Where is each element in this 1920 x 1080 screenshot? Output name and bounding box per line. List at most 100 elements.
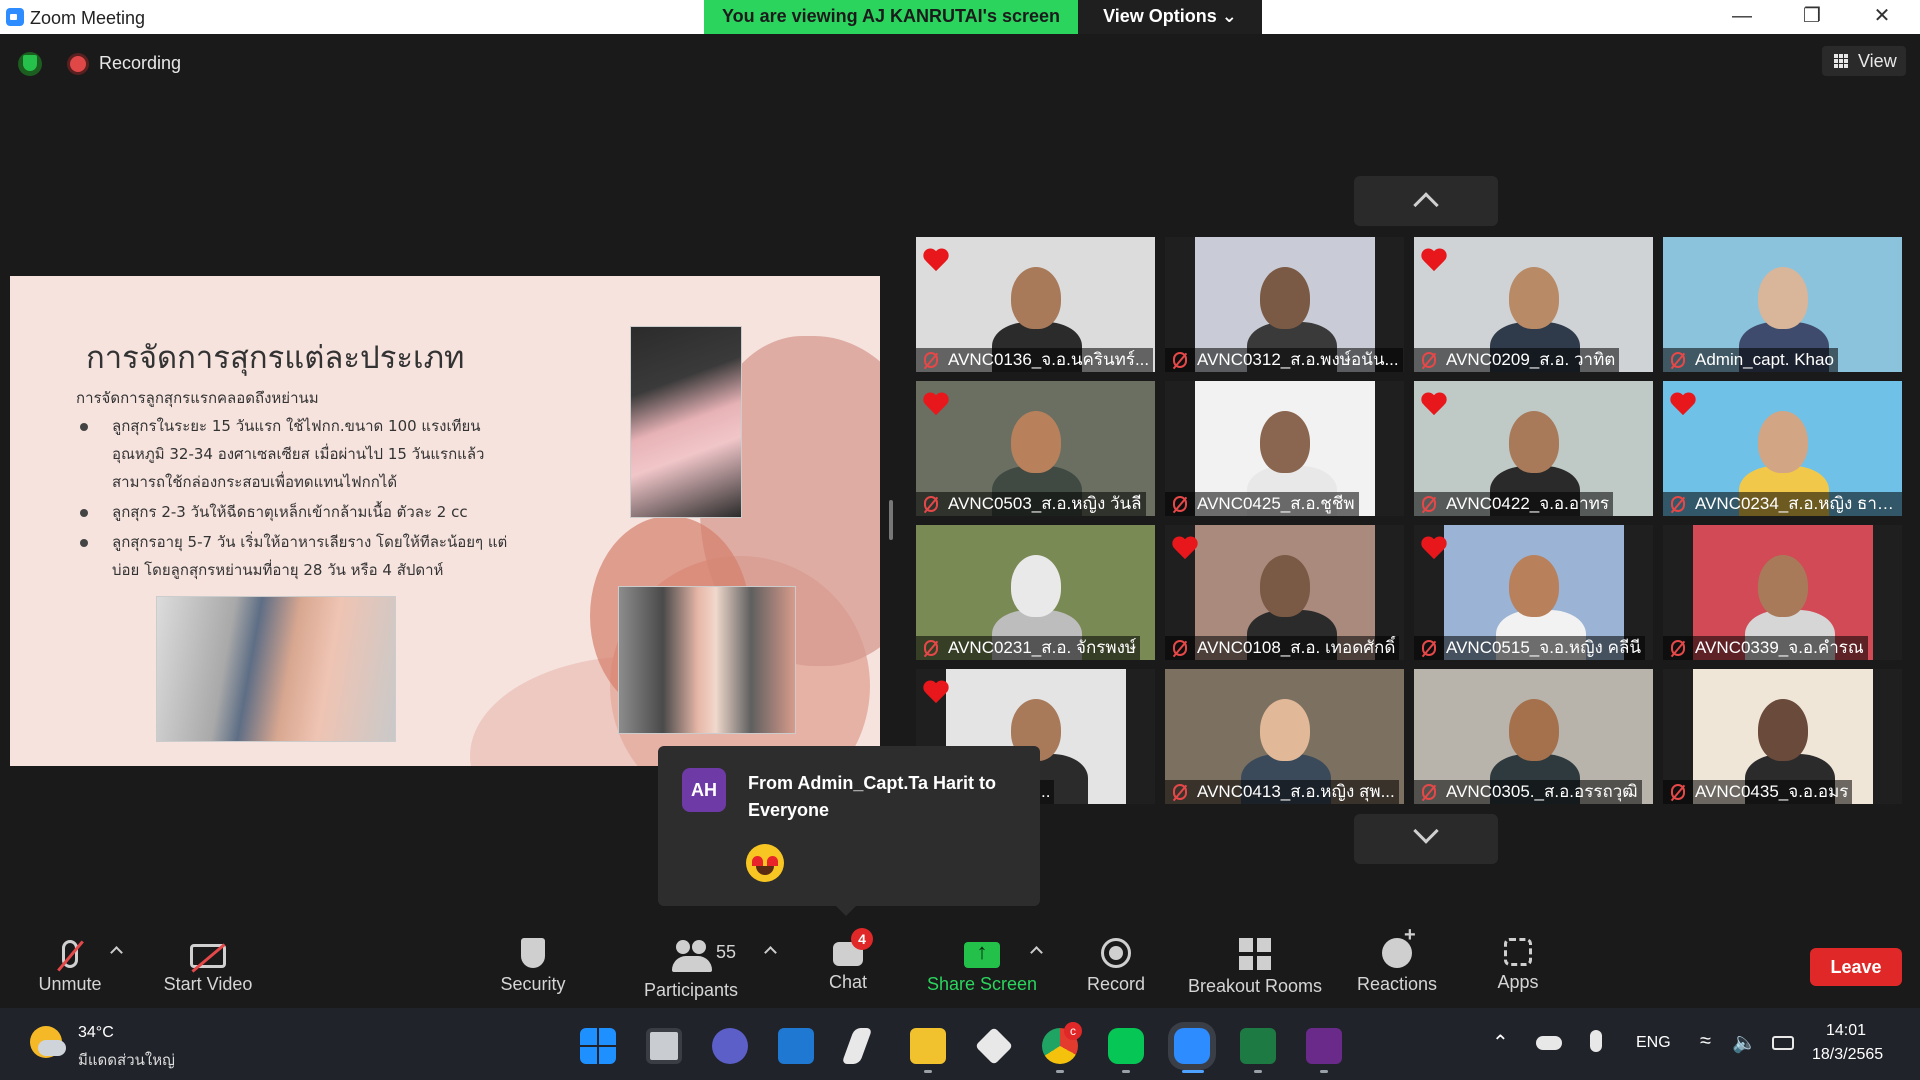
participant-name: AVNC0422_จ.อ.อาทร (1414, 492, 1613, 516)
muted-mic-icon (1671, 784, 1685, 800)
mail-icon[interactable] (778, 1028, 814, 1064)
participant-tile[interactable]: AVNC0231_ส.อ. จักรพงษ์ (916, 525, 1155, 660)
line-app-icon[interactable] (1108, 1028, 1144, 1064)
breakout-rooms-button[interactable]: Breakout Rooms (1184, 924, 1326, 1008)
muted-mic-icon (62, 940, 78, 968)
recording-label[interactable]: Recording (99, 53, 181, 74)
weather-description[interactable]: มีแดดส่วนใหญ่ (78, 1048, 175, 1072)
participants-icon (672, 938, 712, 974)
heart-eyes-emoji-icon (746, 844, 784, 882)
breakout-rooms-label: Breakout Rooms (1187, 976, 1323, 996)
chrome-icon[interactable]: c (1042, 1022, 1082, 1064)
shield-icon (521, 938, 545, 968)
input-language-indicator[interactable]: ENG (1636, 1034, 1671, 1052)
heart-reaction-icon (928, 249, 950, 271)
participants-count: 55 (716, 942, 737, 962)
leave-button[interactable]: Leave (1810, 948, 1902, 986)
title-bar: Zoom Meeting You are viewing AJ KANRUTAI… (0, 0, 1920, 34)
chrome-profile-badge: c (1064, 1022, 1082, 1040)
muted-mic-icon (1422, 640, 1436, 656)
participant-tile[interactable]: AVNC0305._ส.อ.อรรถวุฒิ (1414, 669, 1653, 804)
participant-tile[interactable]: AVNC0422_จ.อ.อาทร (1414, 381, 1653, 516)
pdf-app-icon[interactable] (1306, 1028, 1342, 1064)
encryption-shield-icon[interactable] (18, 52, 42, 76)
split-view-divider[interactable] (889, 500, 893, 540)
volume-icon[interactable]: 🔈 (1732, 1030, 1757, 1055)
microphone-icon[interactable] (1590, 1030, 1602, 1052)
zoom-app-icon (6, 8, 24, 26)
recording-dot-icon (70, 56, 86, 72)
participant-tile[interactable]: AVNC0312_ส.อ.พงษ์อนัน... (1165, 237, 1404, 372)
zoom-taskbar-icon[interactable] (1174, 1028, 1210, 1064)
record-button[interactable]: Record (1076, 924, 1156, 1008)
weather-temperature[interactable]: 34°C (78, 1024, 114, 1042)
heart-reaction-icon (1675, 393, 1697, 415)
participant-tile[interactable]: Admin_capt. Khao (1663, 237, 1902, 372)
reactions-icon (1382, 924, 1416, 968)
sender-avatar: AH (682, 768, 726, 812)
participant-tile[interactable]: AVNC0136_จ.อ.นครินทร์... (916, 237, 1155, 372)
chat-button[interactable]: 4 Chat (810, 924, 886, 1008)
excel-icon[interactable] (1240, 1028, 1276, 1064)
gallery-next-page-button[interactable] (1354, 814, 1498, 864)
participant-tile[interactable]: AVNC0435_จ.อ.อมร (1663, 669, 1902, 804)
lightning-app-icon[interactable] (841, 1028, 873, 1064)
muted-mic-icon (924, 352, 938, 368)
file-explorer-icon[interactable] (910, 1028, 946, 1064)
onedrive-cloud-icon[interactable] (1536, 1036, 1562, 1050)
muted-mic-icon (1671, 640, 1685, 656)
participant-tile[interactable]: AVNC0413_ส.อ.หญิง สุพ... (1165, 669, 1404, 804)
chat-notification-popup[interactable]: AH From Admin_Capt.Ta Harit to Everyone (658, 746, 1040, 916)
apps-button[interactable]: Apps (1486, 924, 1550, 1008)
participants-options-caret-icon[interactable] (764, 946, 777, 959)
piglet-photo (630, 326, 742, 518)
muted-mic-icon (1173, 640, 1187, 656)
share-screen-button[interactable]: Share Screen (924, 924, 1040, 1008)
participant-tile[interactable]: AVNC0209_ส.อ. วาทิต (1414, 237, 1653, 372)
shared-screen-slide: การจัดการสุกรแต่ละประเภท การจัดการลูกสุก… (10, 276, 880, 766)
clock-time[interactable]: 14:01 (1826, 1022, 1866, 1040)
start-video-button[interactable]: Start Video (148, 924, 268, 1008)
participant-name: AVNC0413_ส.อ.หญิง สุพ... (1165, 780, 1399, 804)
gallery-prev-page-button[interactable] (1354, 176, 1498, 226)
heart-reaction-icon (1426, 393, 1448, 415)
battery-icon[interactable] (1772, 1036, 1794, 1050)
participant-tile[interactable]: AVNC0108_ส.อ. เทอดศักดิ์ (1165, 525, 1404, 660)
participant-name: Admin_capt. Khao (1663, 348, 1838, 372)
unmute-button[interactable]: Unmute (22, 924, 118, 1008)
start-menu-icon[interactable] (580, 1028, 616, 1064)
heart-reaction-icon (928, 681, 950, 703)
participant-name: AVNC0435_จ.อ.อมร (1663, 780, 1853, 804)
participants-button[interactable]: 55 Participants (632, 924, 750, 1008)
show-hidden-icons-chevron-up-icon[interactable]: ⌃ (1492, 1030, 1509, 1055)
participant-tile[interactable]: AVNC0503_ส.อ.หญิง วันลี (916, 381, 1155, 516)
participant-tile[interactable]: AVNC0234_ส.อ.หญิง ธาร... (1663, 381, 1902, 516)
muted-mic-icon (1671, 496, 1685, 512)
chat-sender-line: From Admin_Capt.Ta Harit to Everyone (748, 773, 997, 820)
clock-date[interactable]: 18/3/2565 (1812, 1046, 1883, 1064)
participant-name: AVNC0503_ส.อ.หญิง วันลี (916, 492, 1146, 516)
task-view-icon[interactable] (646, 1028, 682, 1064)
dropbox-icon[interactable] (974, 1026, 1014, 1066)
windows-taskbar: 34°C มีแดดส่วนใหญ่ c ⌃ ENG ≈ 🔈 14:01 18/… (0, 1008, 1920, 1080)
restore-button[interactable]: ❐ (1782, 0, 1842, 34)
muted-mic-icon (1422, 352, 1436, 368)
teams-chat-icon[interactable] (712, 1028, 748, 1064)
minimize-button[interactable]: — (1712, 0, 1772, 34)
muted-mic-icon (1422, 496, 1436, 512)
view-options-button[interactable]: View Options ⌄ (1078, 0, 1262, 34)
participant-tile[interactable]: AVNC0339_จ.อ.คำรณ (1663, 525, 1902, 660)
weather-sun-cloud-icon[interactable] (30, 1026, 66, 1058)
participant-tile[interactable]: AVNC0515_จ.อ.หญิง คลีนี (1414, 525, 1653, 660)
slide-bullet: ลูกสุกรอายุ 5-7 วัน เริ่มให้อาหารเลียราง… (80, 528, 530, 584)
participant-name: AVNC0305._ส.อ.อรรถวุฒิ (1414, 780, 1642, 804)
security-button[interactable]: Security (490, 924, 576, 1008)
wifi-icon[interactable]: ≈ (1700, 1030, 1711, 1053)
muted-mic-icon (1173, 784, 1187, 800)
reactions-button[interactable]: Reactions (1352, 924, 1442, 1008)
unmute-label: Unmute (38, 974, 102, 994)
slide-bullet: ลูกสุกรในระยะ 15 วันแรก ใช้ไฟกก.ขนาด 100… (80, 412, 530, 496)
participant-tile[interactable]: AVNC0425_ส.อ.ชูชีพ (1165, 381, 1404, 516)
close-button[interactable]: ✕ (1852, 0, 1912, 34)
view-button[interactable]: View (1822, 46, 1906, 76)
